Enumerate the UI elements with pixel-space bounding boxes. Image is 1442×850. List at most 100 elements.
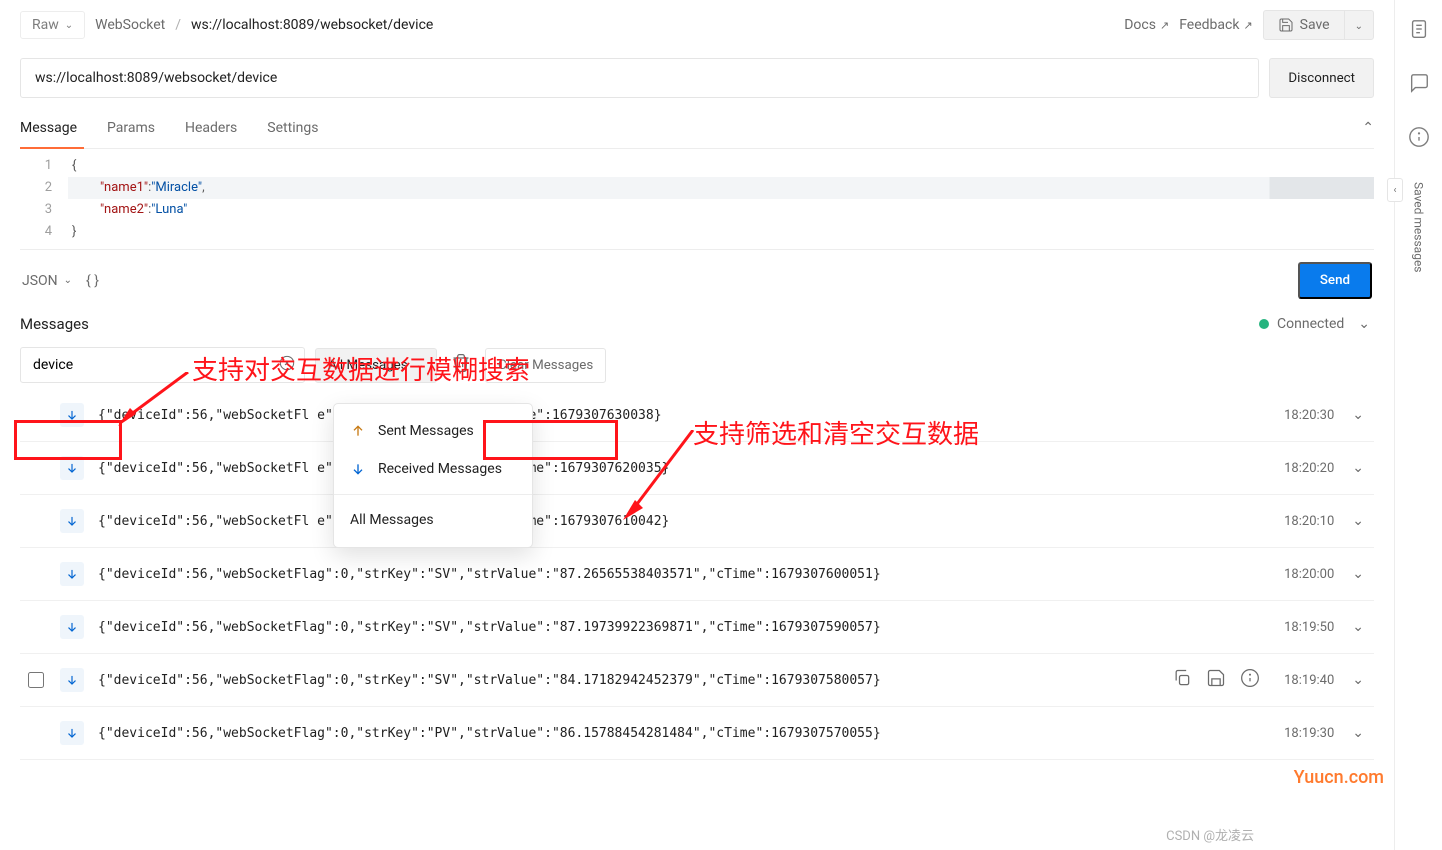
message-time: 18:19:40 [1274, 673, 1334, 688]
arrow-down-icon [60, 509, 84, 533]
arrow-down-icon [60, 403, 84, 427]
message-select-checkbox[interactable] [28, 672, 44, 688]
breadcrumb-root[interactable]: WebSocket [95, 17, 165, 33]
breadcrumb-path: ws://localhost:8089/websocket/device [191, 17, 433, 33]
copy-icon[interactable] [1172, 668, 1192, 692]
save-button-group: Save ⌄ [1263, 10, 1374, 40]
filter-label: All Messages [328, 358, 408, 373]
external-link-icon: ↗ [1160, 19, 1169, 32]
message-text: {"deviceId":56,"webSocketFl e":"89.21611… [98, 514, 1260, 529]
message-row[interactable]: {"deviceId":56,"webSocketFl e":"89.21611… [20, 495, 1374, 548]
info-icon[interactable] [1408, 126, 1430, 152]
expand-message-button[interactable]: ⌄ [1348, 566, 1368, 582]
minimize-panel-button[interactable]: ⌃ [1362, 120, 1374, 148]
messages-heading: Messages [20, 315, 89, 333]
websocket-url-input[interactable] [20, 58, 1259, 98]
message-editor[interactable]: 1234 { "name1":"Miracle", "name2":"Luna"… [20, 149, 1374, 250]
chevron-down-icon: ⌄ [64, 275, 72, 286]
right-sidebar: ‹ Saved messages [1394, 0, 1442, 850]
editor-gutter: 1234 [20, 155, 68, 243]
message-text: {"deviceId":56,"webSocketFlag":0,"strKey… [98, 620, 1260, 635]
message-time: 18:19:50 [1274, 620, 1334, 635]
request-tabs: Message Params Headers Settings ⌃ [20, 120, 1374, 149]
message-text: {"deviceId":56,"webSocketFlag":0,"strKey… [98, 567, 1260, 582]
message-time: 18:20:00 [1274, 567, 1334, 582]
dropdown-separator [334, 494, 532, 495]
disconnect-button[interactable]: Disconnect [1269, 58, 1374, 98]
tab-settings[interactable]: Settings [267, 120, 318, 148]
arrow-down-icon [60, 721, 84, 745]
tab-headers[interactable]: Headers [185, 120, 237, 148]
feedback-label: Feedback [1179, 17, 1239, 33]
connection-status-label: Connected [1277, 316, 1344, 332]
saved-messages-label[interactable]: Saved messages [1412, 182, 1426, 273]
message-row[interactable]: {"deviceId":56,"webSocketFl e":"84.97801… [20, 389, 1374, 442]
filter-option-label: Sent Messages [378, 423, 474, 439]
arrow-down-icon [350, 461, 366, 477]
message-time: 18:20:10 [1274, 514, 1334, 529]
expand-message-button[interactable]: ⌄ [1348, 407, 1368, 423]
message-text: {"deviceId":56,"webSocketFl e":"82.91177… [98, 461, 1260, 476]
watermark-csdn: CSDN @龙凌云 [1166, 825, 1254, 844]
chevron-down-icon[interactable]: ⌄ [1354, 316, 1374, 332]
filter-option-label: All Messages [350, 512, 434, 528]
message-row[interactable]: {"deviceId":56,"webSocketFlag":0,"strKey… [20, 707, 1374, 760]
filter-option-label: Received Messages [378, 461, 502, 477]
message-row[interactable]: {"deviceId":56,"webSocketFlag":0,"strKey… [20, 548, 1374, 601]
trash-icon[interactable] [447, 349, 475, 381]
chevron-down-icon: ⌄ [416, 360, 424, 371]
body-format-select[interactable]: JSON ⌄ [22, 273, 72, 289]
arrow-down-icon [60, 562, 84, 586]
message-row[interactable]: {"deviceId":56,"webSocketFlag":0,"strKey… [20, 601, 1374, 654]
tab-params[interactable]: Params [107, 120, 155, 148]
docs-link[interactable]: Docs ↗ [1124, 17, 1169, 33]
message-time: 18:19:30 [1274, 726, 1334, 741]
editor-content[interactable]: { "name1":"Miracle", "name2":"Luna" } [68, 155, 1374, 243]
beautify-button[interactable]: { } [86, 273, 99, 289]
message-text: {"deviceId":56,"webSocketFl e":"84.97801… [98, 408, 1260, 423]
body-format-label: JSON [22, 273, 58, 289]
save-message-icon[interactable] [1206, 668, 1226, 692]
breadcrumb: WebSocket / ws://localhost:8089/websocke… [95, 17, 433, 33]
raw-dropdown[interactable]: Raw ⌄ [20, 11, 85, 39]
tab-message[interactable]: Message [20, 120, 77, 148]
watermark-yuucn: Yuucn.com [1294, 767, 1384, 788]
expand-message-button[interactable]: ⌄ [1348, 619, 1368, 635]
message-row[interactable]: {"deviceId":56,"webSocketFl e":"82.91177… [20, 442, 1374, 495]
message-list[interactable]: {"deviceId":56,"webSocketFl e":"84.97801… [20, 389, 1374, 850]
collapse-sidebar-button[interactable]: ‹ [1387, 178, 1403, 202]
message-text: {"deviceId":56,"webSocketFlag":0,"strKey… [98, 673, 1158, 688]
connection-status-dot [1259, 319, 1269, 329]
expand-message-button[interactable]: ⌄ [1348, 672, 1368, 688]
send-button[interactable]: Send [1298, 262, 1372, 299]
clear-search-icon[interactable] [279, 355, 295, 375]
filter-option-received[interactable]: Received Messages [334, 450, 532, 488]
feedback-link[interactable]: Feedback ↗ [1179, 17, 1252, 33]
expand-message-button[interactable]: ⌄ [1348, 725, 1368, 741]
filter-option-sent[interactable]: Sent Messages [334, 412, 532, 450]
save-icon [1278, 17, 1294, 33]
message-search-input[interactable] [20, 347, 305, 383]
comments-icon[interactable] [1408, 72, 1430, 98]
documentation-icon[interactable] [1408, 18, 1430, 44]
save-button[interactable]: Save [1264, 11, 1345, 39]
expand-message-button[interactable]: ⌄ [1348, 513, 1368, 529]
chevron-left-icon: ‹ [1393, 185, 1396, 196]
arrow-up-icon [350, 423, 366, 439]
filter-option-all[interactable]: All Messages [334, 501, 532, 539]
arrow-down-icon [60, 615, 84, 639]
active-tab-indicator [20, 147, 84, 149]
save-caret[interactable]: ⌄ [1345, 11, 1373, 39]
message-filter-dropdown[interactable]: All Messages ⌄ [315, 348, 437, 383]
breadcrumb-separator: / [175, 17, 181, 33]
message-time: 18:20:30 [1274, 408, 1334, 423]
expand-message-button[interactable]: ⌄ [1348, 460, 1368, 476]
clear-messages-button[interactable]: Clear Messages [485, 348, 606, 383]
filter-dropdown-menu: Sent Messages Received Messages All Mess… [333, 403, 533, 548]
external-link-icon: ↗ [1243, 19, 1252, 32]
info-icon[interactable] [1240, 668, 1260, 692]
save-label: Save [1300, 17, 1330, 33]
message-row[interactable]: {"deviceId":56,"webSocketFlag":0,"strKey… [20, 654, 1374, 707]
raw-label: Raw [32, 17, 59, 33]
docs-label: Docs [1124, 17, 1156, 33]
